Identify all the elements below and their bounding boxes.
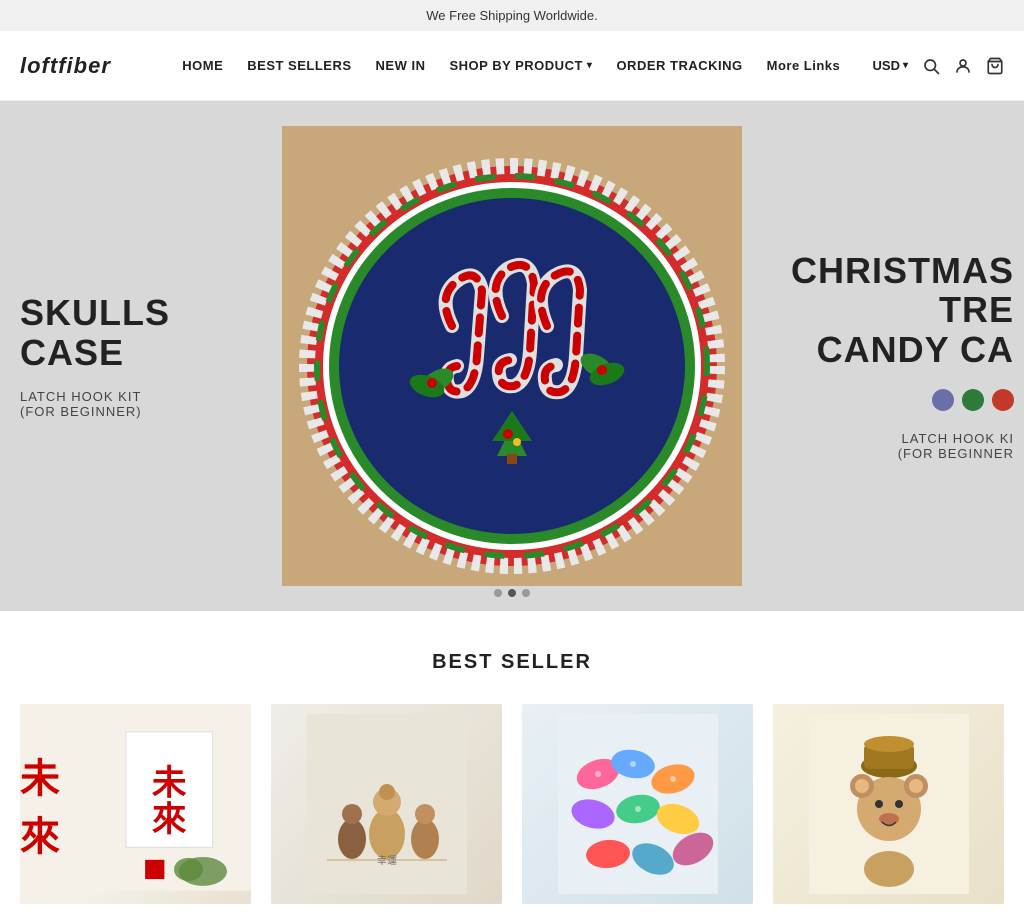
top-banner: We Free Shipping Worldwide.: [0, 0, 1024, 31]
search-icon[interactable]: [922, 57, 940, 75]
product-card-2[interactable]: 幸運: [271, 704, 502, 904]
product-image-1: 未 來: [20, 704, 251, 904]
product-image-3: [522, 704, 753, 904]
product-card-1[interactable]: 未 來: [20, 704, 251, 904]
nav-order-tracking[interactable]: ORDER TRACKING: [616, 58, 742, 73]
hero-right-product-name: CHRISTMAS TRECANDY CA: [714, 251, 1014, 370]
account-icon[interactable]: [954, 57, 972, 75]
slider-dot-3[interactable]: [522, 589, 530, 597]
cart-icon[interactable]: [986, 57, 1004, 75]
hero-left-text: SKULLSCASE LATCH HOOK KIT(FOR BEGINNER): [0, 101, 200, 611]
currency-selector[interactable]: USD: [873, 58, 908, 73]
header: loftfiber HOME BEST SELLERS NEW IN SHOP …: [0, 31, 1024, 101]
svg-text:來: 來: [152, 801, 187, 839]
nav: HOME BEST SELLERS NEW IN SHOP BY PRODUCT…: [150, 58, 873, 73]
hero-center-image: [257, 101, 767, 611]
hero-right-text: CHRISTMAS TRECANDY CA LATCH HOOK KI(FOR …: [714, 101, 1024, 611]
hero-left-product-sub: LATCH HOOK KIT(FOR BEGINNER): [20, 389, 200, 419]
hero-right-product-sub: LATCH HOOK KI(FOR BEGINNER: [898, 431, 1014, 461]
slider-dots: [494, 589, 530, 597]
logo[interactable]: loftfiber: [20, 53, 150, 79]
product-image-2: 幸運: [271, 704, 502, 904]
color-dot-red[interactable]: [992, 389, 1014, 411]
product-image-4: [773, 704, 1004, 904]
header-icons: USD: [873, 57, 1004, 75]
nav-new-in[interactable]: NEW IN: [376, 58, 426, 73]
color-dot-blue[interactable]: [932, 389, 954, 411]
product-card-4[interactable]: [773, 704, 1004, 904]
product-card-3[interactable]: [522, 704, 753, 904]
product-grid: 未 來: [20, 704, 1004, 904]
slider-dot-1[interactable]: [494, 589, 502, 597]
nav-home[interactable]: HOME: [182, 58, 223, 73]
color-dot-green[interactable]: [962, 389, 984, 411]
hero-slider: SKULLSCASE LATCH HOOK KIT(FOR BEGINNER): [0, 101, 1024, 611]
hero-left-product-name: SKULLSCASE: [20, 293, 200, 372]
nav-shop-by-product[interactable]: SHOP BY PRODUCT: [449, 58, 592, 73]
color-dots: [932, 389, 1014, 411]
slider-dot-2[interactable]: [508, 589, 516, 597]
banner-text: We Free Shipping Worldwide.: [426, 8, 598, 23]
section-title: BEST SELLER: [20, 651, 1004, 674]
nav-best-sellers[interactable]: BEST SELLERS: [247, 58, 351, 73]
nav-more-links[interactable]: More Links: [767, 58, 841, 73]
svg-text:未: 未: [152, 764, 187, 802]
